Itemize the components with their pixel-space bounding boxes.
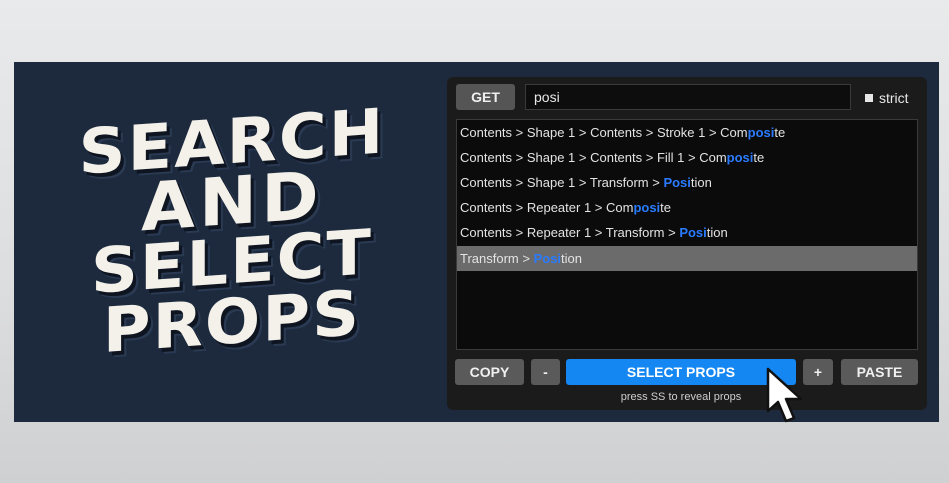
results-list[interactable]: Contents > Shape 1 > Contents > Stroke 1… bbox=[456, 119, 918, 350]
list-item[interactable]: Contents > Shape 1 > Transform > Positio… bbox=[457, 170, 917, 195]
get-button[interactable]: GET bbox=[456, 84, 515, 110]
hint-text: press SS to reveal props bbox=[620, 391, 742, 403]
result-suffix: te bbox=[774, 125, 786, 140]
list-item[interactable]: Contents > Shape 1 > Contents > Fill 1 >… bbox=[457, 145, 917, 170]
list-item-selected[interactable]: Transform > Position bbox=[457, 246, 917, 271]
result-prefix: Transform > bbox=[460, 251, 534, 266]
list-item[interactable]: Contents > Repeater 1 > Transform > Posi… bbox=[457, 220, 917, 245]
search-input[interactable] bbox=[525, 84, 851, 110]
list-item[interactable]: Contents > Repeater 1 > Composite bbox=[457, 195, 917, 220]
result-suffix: te bbox=[753, 150, 765, 165]
result-suffix: tion bbox=[561, 251, 583, 266]
result-suffix: tion bbox=[706, 225, 728, 240]
result-match: posi bbox=[747, 125, 775, 140]
result-prefix: Contents > Shape 1 > Contents > Fill 1 >… bbox=[460, 150, 727, 165]
result-prefix: Contents > Shape 1 > Contents > Stroke 1… bbox=[460, 125, 748, 140]
result-prefix: Contents > Shape 1 > Transform > bbox=[460, 175, 664, 190]
select-props-button[interactable]: SELECT PROPS bbox=[566, 359, 796, 385]
list-item[interactable]: Contents > Shape 1 > Contents > Stroke 1… bbox=[457, 120, 917, 145]
mouse-pointer-icon bbox=[766, 367, 803, 423]
checkbox-icon[interactable] bbox=[865, 94, 873, 102]
promo-title: SEARCH AND SELECT PROPS bbox=[54, 94, 411, 367]
copy-button[interactable]: COPY bbox=[455, 359, 524, 385]
result-match: posi bbox=[726, 150, 754, 165]
result-prefix: Contents > Repeater 1 > Transform > bbox=[460, 225, 680, 240]
remove-button[interactable]: - bbox=[531, 359, 560, 385]
result-suffix: te bbox=[660, 200, 672, 215]
add-button[interactable]: + bbox=[803, 359, 833, 385]
strict-label: strict bbox=[879, 90, 909, 106]
paste-button[interactable]: PASTE bbox=[841, 359, 918, 385]
result-prefix: Contents > Repeater 1 > Com bbox=[460, 200, 634, 215]
result-suffix: tion bbox=[690, 175, 712, 190]
result-match: Posi bbox=[533, 251, 562, 266]
result-match: posi bbox=[633, 200, 661, 215]
result-match: Posi bbox=[679, 225, 707, 240]
strict-toggle[interactable]: strict bbox=[865, 88, 909, 108]
result-match: Posi bbox=[663, 175, 691, 190]
